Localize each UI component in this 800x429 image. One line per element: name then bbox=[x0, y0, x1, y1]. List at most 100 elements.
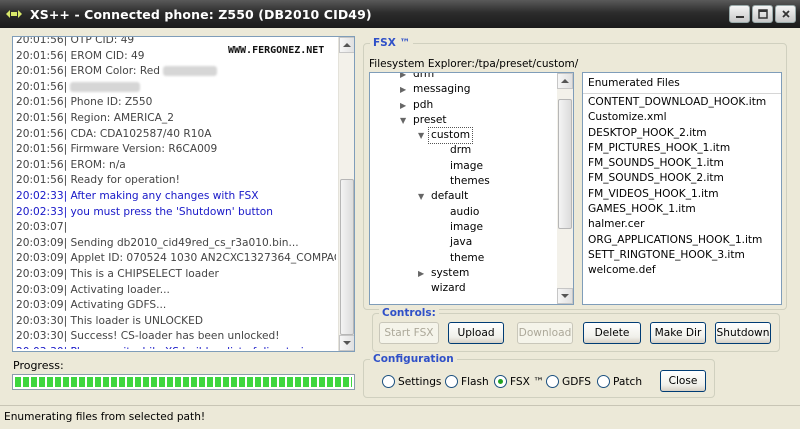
tree-node-label: drm bbox=[450, 144, 472, 157]
config-radio-option[interactable]: Flash bbox=[445, 375, 489, 388]
filesystem-tree[interactable]: ▶ drm ▶ messaging ▶ pdh ▼ preset ▼ custom drm image… bbox=[369, 72, 574, 305]
log-line-text: 20:03:09| Activating loader... bbox=[16, 283, 170, 296]
status-bar: Enumerating files from selected path! bbox=[0, 405, 800, 429]
file-item[interactable]: ORG_APPLICATIONS_HOOK_1.itm bbox=[588, 233, 781, 248]
scroll-down-arrow[interactable] bbox=[339, 335, 354, 351]
tree-node[interactable]: drm bbox=[370, 143, 556, 158]
log-scrollbar[interactable] bbox=[338, 37, 354, 351]
collapsed-arrow-icon[interactable]: ▶ bbox=[418, 266, 424, 281]
log-line-text: 20:01:56| EROM Color: Red bbox=[16, 65, 160, 78]
file-item[interactable]: CONTENT_DOWNLOAD_HOOK.itm bbox=[588, 95, 781, 110]
radio-icon[interactable] bbox=[546, 375, 559, 388]
log-line: 20:02:33| After making any changes with … bbox=[16, 189, 336, 205]
tree-node-label: system bbox=[431, 266, 470, 279]
tree-node[interactable]: ▶ pdh bbox=[370, 98, 556, 113]
tree-items: ▶ drm ▶ messaging ▶ pdh ▼ preset ▼ custom drm image… bbox=[370, 73, 556, 296]
log-line: 20:03:09| Sending db2010_cid49red_cs_r3a… bbox=[16, 236, 336, 252]
tree-node[interactable]: ▶ system bbox=[370, 266, 556, 281]
tree-scrollbar[interactable] bbox=[557, 73, 573, 304]
upload-button[interactable]: Upload bbox=[448, 322, 504, 344]
radio-icon[interactable] bbox=[382, 375, 395, 388]
log-line-text: 20:01:56| Firmware Version: R6CA009 bbox=[16, 143, 218, 156]
tree-node[interactable]: themes bbox=[370, 174, 556, 189]
tree-node[interactable]: java bbox=[370, 235, 556, 250]
collapsed-arrow-icon[interactable]: ▶ bbox=[400, 73, 406, 82]
config-radio-option[interactable]: Settings bbox=[382, 375, 441, 388]
log-lines: 20:01:56| OTP CID: 49 20:01:56| EROM CID:… bbox=[16, 37, 336, 349]
expanded-arrow-icon[interactable]: ▼ bbox=[418, 128, 424, 143]
controls-group-title: Controls: bbox=[379, 307, 439, 319]
log-line: 20:01:56| Phone ID: Z550 bbox=[16, 95, 336, 111]
close-button[interactable]: Close bbox=[660, 370, 706, 392]
file-item[interactable]: SETT_RINGTONE_HOOK_3.itm bbox=[588, 248, 781, 263]
current-path: /tpa/preset/custom/ bbox=[475, 58, 579, 70]
tree-scroll-thumb[interactable] bbox=[558, 99, 572, 229]
tree-node[interactable]: theme bbox=[370, 251, 556, 266]
tree-scroll-down-arrow[interactable] bbox=[557, 288, 573, 304]
tree-node[interactable]: ▼ preset bbox=[370, 113, 556, 128]
tree-node[interactable]: ▶ drm bbox=[370, 73, 556, 82]
log-line-text: 20:02:33| After making any changes with … bbox=[16, 189, 259, 202]
radio-icon[interactable] bbox=[494, 375, 507, 388]
minimize-button[interactable] bbox=[729, 5, 750, 23]
arrow-up-icon bbox=[343, 43, 351, 47]
maximize-button[interactable] bbox=[752, 5, 773, 23]
radio-label: FSX ™ bbox=[510, 375, 544, 388]
download-button[interactable]: Download bbox=[517, 322, 573, 344]
log-line: 20:03:30| This loader is UNLOCKED bbox=[16, 314, 336, 330]
file-item[interactable]: FM_VIDEOS_HOOK_1.itm bbox=[588, 187, 781, 202]
app-window: XS++ - Connected phone: Z550 (DB2010 CID… bbox=[0, 0, 800, 429]
file-item[interactable]: Customize.xml bbox=[588, 110, 781, 125]
maximize-icon bbox=[757, 9, 768, 19]
enumerated-files-list[interactable]: Enumerated Files CONTENT_DOWNLOAD_HOOK.i… bbox=[582, 72, 782, 305]
tree-node-label: image bbox=[450, 159, 483, 172]
collapsed-arrow-icon[interactable]: ▶ bbox=[400, 98, 406, 113]
tree-node[interactable]: wizard bbox=[370, 281, 556, 296]
title-bar[interactable]: XS++ - Connected phone: Z550 (DB2010 CID… bbox=[0, 0, 800, 28]
log-line: 20:01:56| Firmware Version: R6CA009 bbox=[16, 142, 336, 158]
log-line: 20:01:56| bbox=[16, 80, 336, 96]
arrow-down-icon bbox=[343, 341, 351, 345]
file-item[interactable]: FM_PICTURES_HOOK_1.itm bbox=[588, 141, 781, 156]
config-radio-option[interactable]: GDFS bbox=[546, 375, 591, 388]
log-line: 20:03:09| This is a CHIPSELECT loader bbox=[16, 267, 336, 283]
file-item[interactable]: DESKTOP_HOOK_2.itm bbox=[588, 126, 781, 141]
start-fsx-button[interactable]: Start FSX bbox=[379, 322, 439, 344]
file-item[interactable]: FM_SOUNDS_HOOK_1.itm bbox=[588, 156, 781, 171]
shutdown-button[interactable]: Shutdown bbox=[715, 322, 771, 344]
log-line-text: 20:03:09| Activating GDFS... bbox=[16, 299, 167, 312]
log-line-text: 20:01:56| EROM: n/a bbox=[16, 158, 126, 171]
tree-node[interactable]: ▼ default bbox=[370, 189, 556, 204]
tree-node-label: audio bbox=[450, 205, 480, 218]
close-window-button[interactable] bbox=[775, 5, 796, 23]
log-line-text: 20:02:33| you must press the 'Shutdown' … bbox=[16, 205, 273, 218]
make-dir-button[interactable]: Make Dir bbox=[650, 322, 706, 344]
tree-node[interactable]: ▼ custom bbox=[370, 127, 556, 145]
expanded-arrow-icon[interactable]: ▼ bbox=[418, 189, 424, 204]
config-radio-option[interactable]: FSX ™ bbox=[494, 375, 544, 388]
file-item[interactable]: GAMES_HOOK_1.itm bbox=[588, 202, 781, 217]
scroll-thumb[interactable] bbox=[340, 179, 354, 335]
file-item[interactable]: halmer.cer bbox=[588, 217, 781, 232]
scroll-up-arrow[interactable] bbox=[339, 37, 354, 53]
collapsed-arrow-icon[interactable]: ▶ bbox=[400, 82, 406, 97]
progress-fill bbox=[15, 377, 352, 387]
minimize-icon bbox=[735, 16, 744, 18]
tree-node-label: themes bbox=[450, 175, 490, 188]
file-item[interactable]: FM_SOUNDS_HOOK_2.itm bbox=[588, 171, 781, 186]
file-item[interactable]: welcome.def bbox=[588, 263, 781, 278]
tree-node[interactable]: image bbox=[370, 220, 556, 235]
log-panel[interactable]: 20:01:56| OTP CID: 49 20:01:56| EROM CID:… bbox=[12, 36, 355, 352]
radio-label: Patch bbox=[613, 375, 643, 388]
files-items: CONTENT_DOWNLOAD_HOOK.itm Customize.xml DE… bbox=[583, 94, 781, 279]
delete-button[interactable]: Delete bbox=[583, 322, 641, 344]
radio-icon[interactable] bbox=[597, 375, 610, 388]
tree-node[interactable]: audio bbox=[370, 205, 556, 220]
expanded-arrow-icon[interactable]: ▼ bbox=[400, 113, 406, 128]
config-radio-option[interactable]: Patch bbox=[597, 375, 642, 388]
tree-node[interactable]: ▶ messaging bbox=[370, 82, 556, 97]
radio-icon[interactable] bbox=[445, 375, 458, 388]
tree-scroll-up-arrow[interactable] bbox=[557, 73, 573, 89]
tree-node[interactable]: image bbox=[370, 159, 556, 174]
log-line: 20:02:33| you must press the 'Shutdown' … bbox=[16, 205, 336, 221]
